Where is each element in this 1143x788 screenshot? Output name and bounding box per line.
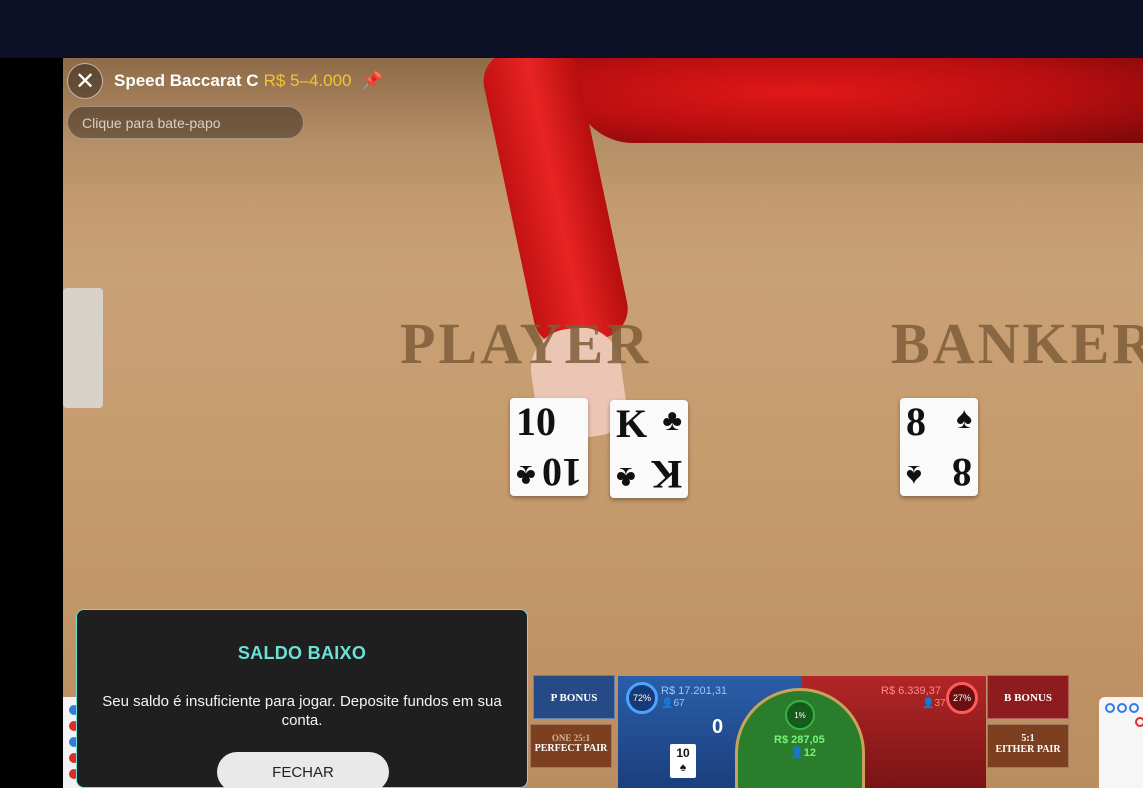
perfect-pair-odds: ONE 25:1	[551, 733, 591, 743]
close-dialog-button[interactable]: FECHAR	[217, 752, 389, 788]
player-card-2: K ♣ K ♣	[610, 400, 688, 498]
spade-icon: ♠	[906, 459, 922, 492]
road-dot	[1117, 703, 1127, 713]
big-road	[1099, 697, 1143, 788]
betting-grid: P BONUS B BONUS ONE 25:1 PERFECT PAIR 5:…	[530, 668, 1088, 788]
player-percent: 72%	[626, 682, 658, 714]
left-sidebar	[0, 58, 63, 788]
either-pair-label: EITHER PAIR	[995, 744, 1061, 755]
banker-count: 👤37	[922, 698, 946, 709]
player-bonus-button[interactable]: P BONUS	[533, 675, 615, 719]
person-icon: 👤	[790, 747, 804, 759]
banker-percent: 27%	[946, 682, 978, 714]
player-card-1: 10 10 ♣	[510, 398, 588, 496]
close-icon[interactable]: ✕	[67, 63, 103, 99]
player-score: 0	[712, 716, 724, 738]
spade-icon: ♠	[679, 760, 687, 774]
tie-count-value: 12	[803, 747, 816, 759]
road-dot	[1129, 703, 1139, 713]
banker-count-value: 37	[934, 698, 946, 709]
either-pair-odds: 5:1	[1021, 733, 1035, 744]
card-shoe	[63, 288, 103, 408]
bet-limits: R$ 5–4.000	[263, 71, 352, 90]
player-total-amount: R$ 17.201,31	[661, 685, 728, 697]
dialog-title: SALDO BAIXO	[237, 643, 367, 663]
person-icon: 👤	[922, 698, 935, 709]
top-navigation-bar	[0, 0, 1143, 58]
chat-input[interactable]: Clique para bate-papo	[67, 106, 304, 139]
player-count: 👤67	[661, 698, 685, 709]
card-rank: K	[650, 452, 682, 497]
game-header: ✕ Speed Baccarat C R$ 5–4.000 📌	[67, 63, 383, 99]
player-table-label: PLAYER	[400, 311, 652, 376]
dealer-dress	[573, 58, 1143, 143]
either-pair-button[interactable]: 5:1 EITHER PAIR	[987, 724, 1069, 768]
road-dot	[1105, 703, 1115, 713]
player-count-value: 67	[673, 698, 685, 709]
tie-percent: 1%	[785, 700, 815, 730]
card-rank: 10	[542, 450, 582, 495]
club-icon: ♣	[516, 459, 536, 492]
game-title: Speed Baccarat C	[114, 71, 259, 90]
perfect-pair-button[interactable]: ONE 25:1 PERFECT PAIR	[530, 724, 612, 768]
spade-icon: ♠	[956, 402, 972, 435]
banker-card-1: 8 ♠ 8 ♠	[900, 398, 978, 496]
person-icon: 👤	[661, 698, 674, 709]
tie-total-amount: R$ 287,05	[774, 734, 825, 746]
card-rank: 8	[906, 399, 926, 444]
perfect-pair-label: PERFECT PAIR	[534, 743, 608, 754]
pin-icon[interactable]: 📌	[361, 71, 382, 91]
mini-card-rank: 10	[676, 746, 690, 760]
player-mini-card: 10 ♠	[670, 744, 696, 778]
banker-bonus-button[interactable]: B BONUS	[987, 675, 1069, 719]
dialog-message: Seu saldo é insuficiente para jogar. Dep…	[102, 693, 502, 729]
banker-total-amount: R$ 6.339,37	[881, 685, 941, 697]
tie-count: 👤12	[790, 746, 816, 759]
club-icon: ♣	[616, 461, 636, 494]
card-rank: 10	[516, 399, 556, 444]
card-rank: K	[616, 401, 648, 446]
club-icon: ♣	[662, 404, 682, 437]
card-rank: 8	[952, 450, 972, 495]
banker-table-label: BANKER	[891, 311, 1143, 376]
low-balance-dialog: SALDO BAIXO Seu saldo é insuficiente par…	[76, 609, 528, 788]
road-dot	[1135, 717, 1143, 727]
